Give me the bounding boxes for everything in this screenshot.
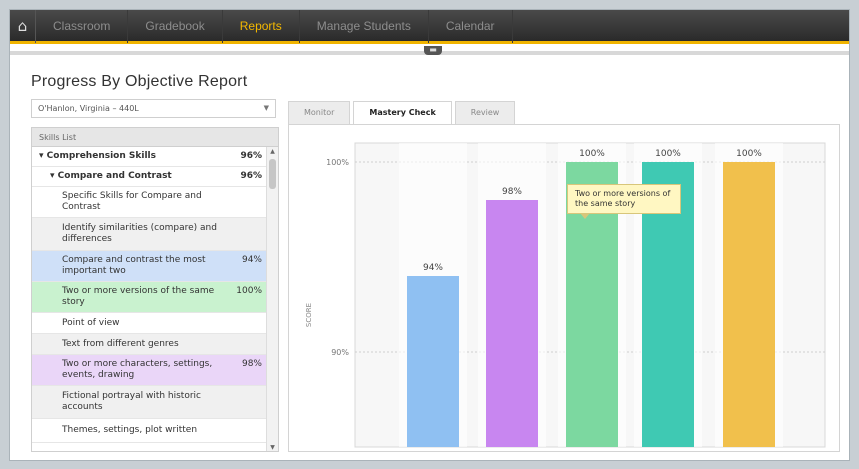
home-icon[interactable]: ⌂ — [10, 10, 36, 43]
skill-label: Compare and contrast the most important … — [62, 255, 206, 276]
outer-frame: ⌂ Classroom Gradebook Reports Manage Stu… — [0, 0, 859, 469]
nav-calendar[interactable]: Calendar — [429, 10, 513, 43]
scroll-down-icon[interactable]: ▼ — [267, 443, 278, 451]
chart-panel: 100% 90% SCORE 94% 98% 100% 100% 100% — [288, 124, 840, 452]
skills-list-panel: Skills List ▾ Comprehension Skills 96% ▾ C… — [31, 127, 279, 452]
student-dropdown[interactable]: O'Hanlon, Virginia – 440L ▼ — [31, 99, 276, 118]
bar-value-label: 94% — [423, 263, 443, 273]
skill-label: Point of view — [62, 317, 120, 328]
skill-label: Two or more characters, settings, events… — [62, 359, 213, 380]
skill-label: Text from different genres — [62, 338, 179, 349]
nav-reports[interactable]: Reports — [223, 10, 300, 43]
bar-value-label: 100% — [579, 149, 605, 159]
nav-classroom[interactable]: Classroom — [36, 10, 129, 43]
bar-value-label: 98% — [502, 187, 522, 197]
bar-value-label: 100% — [655, 149, 681, 159]
top-navigation: ⌂ Classroom Gradebook Reports Manage Stu… — [10, 10, 849, 44]
skill-label: Fictional portrayal with historic accoun… — [62, 391, 201, 412]
page-title: Progress By Objective Report — [31, 73, 248, 90]
skill-label: ▾ Comprehension Skills — [39, 151, 156, 161]
bar — [486, 200, 538, 447]
skill-row[interactable]: Text from different genres — [32, 334, 268, 355]
skill-row[interactable]: Point of view — [32, 313, 268, 334]
skill-label: Specific Skills for Compare and Contrast — [62, 191, 202, 212]
skill-percent: 96% — [240, 171, 262, 181]
bar — [407, 276, 459, 447]
skill-row[interactable]: ▾ Compare and Contrast 96% — [32, 167, 268, 187]
bar — [723, 162, 775, 447]
chevron-down-icon: ▼ — [263, 104, 269, 112]
skill-row[interactable]: Compare and contrast the most important … — [32, 251, 268, 282]
skill-row[interactable]: Two or more versions of the same story 10… — [32, 282, 268, 313]
skill-percent: 100% — [236, 286, 262, 296]
scroll-thumb[interactable] — [269, 159, 276, 189]
tab-monitor[interactable]: Monitor — [288, 101, 351, 124]
skill-label: Identify similarities (compare) and diff… — [62, 223, 217, 244]
skill-row[interactable]: Identify similarities (compare) and diff… — [32, 218, 268, 251]
bar-value-label: 100% — [736, 149, 762, 159]
nav-manage-students[interactable]: Manage Students — [300, 10, 429, 43]
tab-mastery-check[interactable]: Mastery Check — [353, 101, 452, 125]
app-window: ⌂ Classroom Gradebook Reports Manage Stu… — [9, 9, 850, 461]
skill-label: ▾ Compare and Contrast — [50, 171, 172, 181]
score-bar-chart: 100% 90% SCORE 94% 98% 100% 100% 100% — [305, 142, 826, 448]
skill-percent: 96% — [240, 151, 262, 161]
skill-percent: 94% — [241, 255, 262, 265]
skill-row[interactable]: Fictional portrayal with historic accoun… — [32, 386, 268, 419]
collapse-handle-icon[interactable]: ▬ — [424, 46, 442, 55]
skill-row[interactable]: ▾ Comprehension Skills 96% — [32, 147, 268, 167]
skill-row[interactable]: Specific Skills for Compare and Contrast — [32, 187, 268, 218]
scroll-up-icon[interactable]: ▲ — [267, 147, 278, 157]
skill-row[interactable]: Themes, settings, plot written — [32, 419, 268, 443]
skills-list-rows: ▾ Comprehension Skills 96% ▾ Compare and C… — [32, 147, 268, 443]
skills-scrollbar[interactable]: ▲ ▼ — [266, 147, 278, 451]
report-tabs: Monitor Mastery Check Review — [288, 101, 518, 125]
skill-label: Themes, settings, plot written — [62, 425, 198, 435]
bar-tooltip: Two or more versions of the same story — [567, 184, 681, 219]
y-tick-label: 100% — [326, 158, 349, 167]
skill-row[interactable]: Two or more characters, settings, events… — [32, 355, 268, 386]
skill-label: Two or more versions of the same story — [62, 286, 215, 307]
student-selected-value: O'Hanlon, Virginia – 440L — [38, 104, 139, 113]
y-axis-label: SCORE — [305, 303, 313, 327]
y-tick-label: 90% — [331, 348, 349, 357]
tab-review[interactable]: Review — [454, 101, 516, 124]
skill-percent: 98% — [241, 359, 262, 369]
skills-list-header: Skills List — [32, 128, 278, 147]
nav-gradebook[interactable]: Gradebook — [128, 10, 223, 43]
